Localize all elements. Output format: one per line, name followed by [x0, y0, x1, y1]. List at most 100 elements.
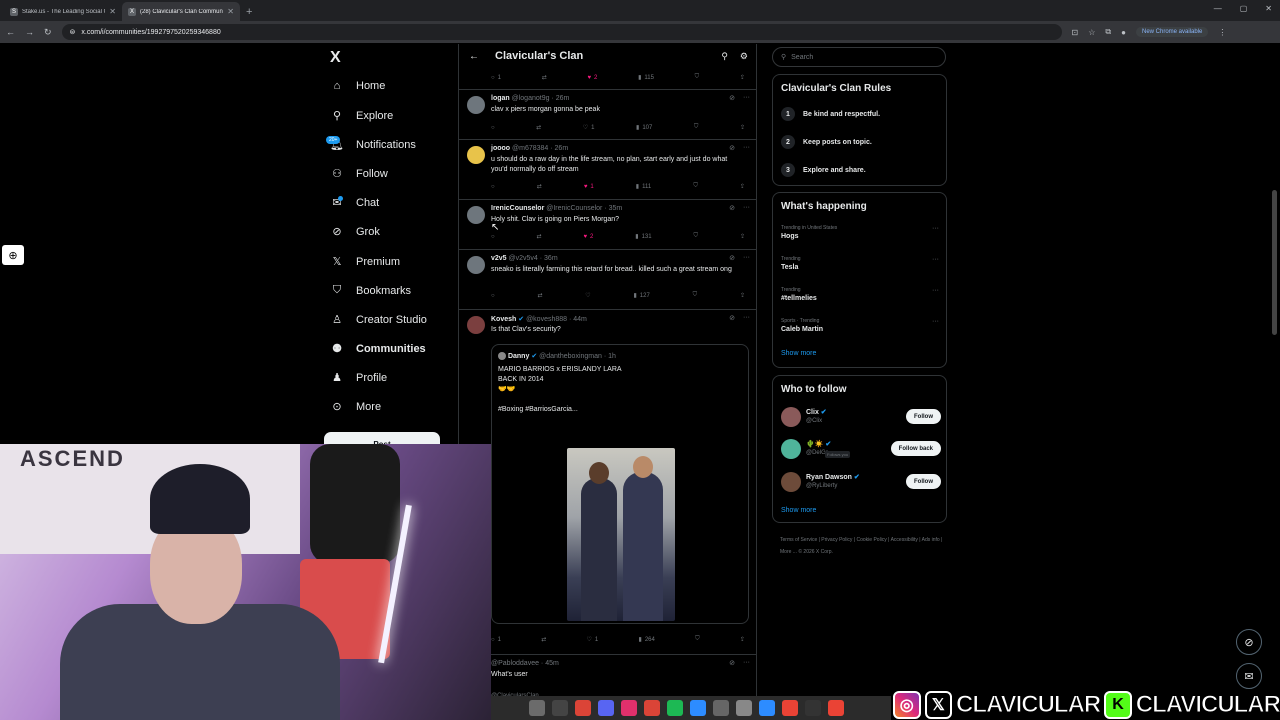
bookmark-button[interactable]: ⛉: [693, 292, 698, 299]
avatar[interactable]: [781, 472, 801, 492]
bookmark-button[interactable]: ⛉: [694, 233, 699, 240]
trend-item[interactable]: Sports · Trending Caleb Martin ···: [781, 318, 939, 333]
nav-bookmarks[interactable]: ⛉ Bookmarks: [330, 284, 411, 297]
browser-tab-stake[interactable]: S Stake.us - The Leading Social C ✕: [4, 2, 122, 21]
like-button[interactable]: ♥ 2: [583, 234, 593, 240]
author-handle[interactable]: @v2v5v4 · 36m: [509, 255, 558, 262]
reply-button[interactable]: ○ 1: [491, 637, 501, 643]
reply-button[interactable]: ○ 1: [491, 75, 501, 81]
repost-button[interactable]: ⇄: [537, 292, 542, 299]
zoom-icon[interactable]: ⊕: [2, 245, 24, 265]
more-icon[interactable]: ···: [743, 204, 750, 212]
share-button[interactable]: ⇪: [740, 233, 745, 240]
nav-explore[interactable]: ⚲ Explore: [330, 109, 393, 123]
author-handle[interactable]: @Pabloddavee · 45m: [491, 660, 559, 667]
tweet[interactable]: Kovesh ✔ @kovesh888 · 44m ⊘ ··· Is that C…: [459, 309, 756, 654]
messages-float-icon[interactable]: ✉: [1236, 663, 1262, 689]
show-more-link[interactable]: Show more: [781, 350, 816, 357]
more-icon[interactable]: ···: [932, 318, 939, 325]
nav-grok[interactable]: ⊘ Grok: [330, 225, 379, 239]
more-icon[interactable]: ···: [932, 287, 939, 294]
avatar[interactable]: [467, 96, 485, 114]
rule-item[interactable]: 1 Be kind and respectful.: [781, 107, 880, 121]
taskbar-app-icon[interactable]: [782, 700, 798, 716]
author-handle[interactable]: @loganot9g · 26m: [512, 95, 570, 102]
maximize-icon[interactable]: ▢: [1240, 4, 1248, 13]
repost-button[interactable]: ⇄: [536, 124, 541, 131]
star-icon[interactable]: ☆: [1088, 28, 1095, 37]
close-icon[interactable]: ✕: [109, 7, 116, 16]
nav-profile[interactable]: ♟ Profile: [330, 371, 387, 385]
author-name[interactable]: Kovesh: [491, 316, 516, 323]
chrome-icon[interactable]: [644, 700, 660, 716]
avatar[interactable]: [467, 316, 485, 334]
follow-suggestion[interactable]: 🌵☀️ ✔ @DelGr... Follows you Follow back: [781, 439, 941, 461]
more-icon[interactable]: ···: [932, 225, 939, 232]
grok-icon[interactable]: ⊘: [729, 144, 735, 152]
close-icon[interactable]: ✕: [227, 7, 234, 16]
site-info-icon[interactable]: ⊜: [70, 28, 76, 36]
show-more-link[interactable]: Show more: [781, 507, 816, 514]
more-icon[interactable]: ···: [743, 659, 750, 667]
repost-button[interactable]: ⇄: [537, 183, 542, 190]
menu-icon[interactable]: ⋮: [1218, 28, 1226, 37]
quote-photo[interactable]: [567, 448, 675, 621]
share-button[interactable]: ⇪: [740, 636, 745, 643]
avatar[interactable]: [781, 407, 801, 427]
grok-float-icon[interactable]: ⊘: [1236, 629, 1262, 655]
quoted-tweet[interactable]: Danny ✔ @dantheboxingman · 1h MARIO BARR…: [491, 344, 749, 624]
nav-creator-studio[interactable]: ♙ Creator Studio: [330, 313, 427, 327]
reply-button[interactable]: ○: [491, 293, 495, 299]
author-name[interactable]: v2v5: [491, 255, 507, 262]
avatar[interactable]: [781, 439, 801, 459]
avatar[interactable]: [467, 206, 485, 224]
bookmark-button[interactable]: ⛉: [695, 636, 700, 643]
taskbar-app-icon[interactable]: [736, 700, 752, 716]
share-button[interactable]: ⇪: [740, 124, 745, 131]
bookmark-button[interactable]: ⛉: [694, 124, 699, 131]
bookmark-button[interactable]: ⛉: [695, 74, 700, 81]
share-button[interactable]: ⇪: [740, 183, 745, 190]
reply-button[interactable]: ○: [491, 234, 495, 240]
extensions-icon[interactable]: ⧉: [1105, 27, 1111, 37]
reply-button[interactable]: ○: [491, 125, 495, 131]
rule-item[interactable]: 2 Keep posts on topic.: [781, 135, 872, 149]
repost-button[interactable]: ⇄: [537, 233, 542, 240]
page-scrollbar[interactable]: [1272, 190, 1277, 335]
like-button[interactable]: ♥ 1: [584, 184, 594, 190]
follow-back-button[interactable]: Follow back: [890, 441, 941, 456]
more-icon[interactable]: ···: [743, 94, 750, 102]
more-icon[interactable]: ···: [743, 314, 750, 322]
address-bar[interactable]: ⊜ x.com/i/communities/199279752025934688…: [61, 24, 1062, 40]
views-button[interactable]: ▮ 107: [636, 124, 652, 132]
author-handle[interactable]: @kovesh888 · 44m: [526, 316, 587, 323]
repost-button[interactable]: ⇄: [541, 636, 546, 643]
taskbar-app-icon[interactable]: [552, 700, 568, 716]
nav-premium[interactable]: 𝕏 Premium: [330, 255, 400, 269]
views-button[interactable]: ▮ 111: [636, 183, 651, 191]
nav-follow[interactable]: ⚇ Follow: [330, 167, 388, 181]
author-handle[interactable]: @m678384 · 26m: [512, 145, 568, 152]
follow-suggestion[interactable]: Clix ✔ @Clix Follow: [781, 407, 941, 429]
new-tab-icon[interactable]: +: [246, 6, 252, 18]
like-button[interactable]: ♡ 1: [583, 124, 595, 132]
nav-notifications[interactable]: 🔔︎ Notifications: [330, 138, 416, 152]
like-button[interactable]: ♥ 2: [587, 75, 597, 81]
bookmark-button[interactable]: ⛉: [693, 183, 698, 190]
grok-icon[interactable]: ⊘: [729, 254, 735, 262]
more-icon[interactable]: ···: [932, 256, 939, 263]
views-button[interactable]: ▮ 115: [638, 74, 654, 82]
tweet[interactable]: logan @loganot9g · 26m ⊘ ··· clav x piers…: [459, 89, 756, 139]
rule-item[interactable]: 3 Explore and share.: [781, 163, 866, 177]
like-button[interactable]: ♡ 1: [587, 636, 599, 644]
views-button[interactable]: ▮ 127: [633, 292, 649, 300]
views-button[interactable]: ▮ 131: [635, 233, 651, 241]
taskbar-app-icon[interactable]: [621, 700, 637, 716]
more-icon[interactable]: ···: [743, 254, 750, 262]
avatar[interactable]: [467, 256, 485, 274]
grok-icon[interactable]: ⊘: [729, 204, 735, 212]
nav-communities[interactable]: ⚉ Communities: [330, 342, 426, 356]
author-name[interactable]: logan: [491, 95, 510, 102]
spotify-icon[interactable]: [667, 700, 683, 716]
trend-item[interactable]: Trending Tesla ···: [781, 256, 939, 271]
